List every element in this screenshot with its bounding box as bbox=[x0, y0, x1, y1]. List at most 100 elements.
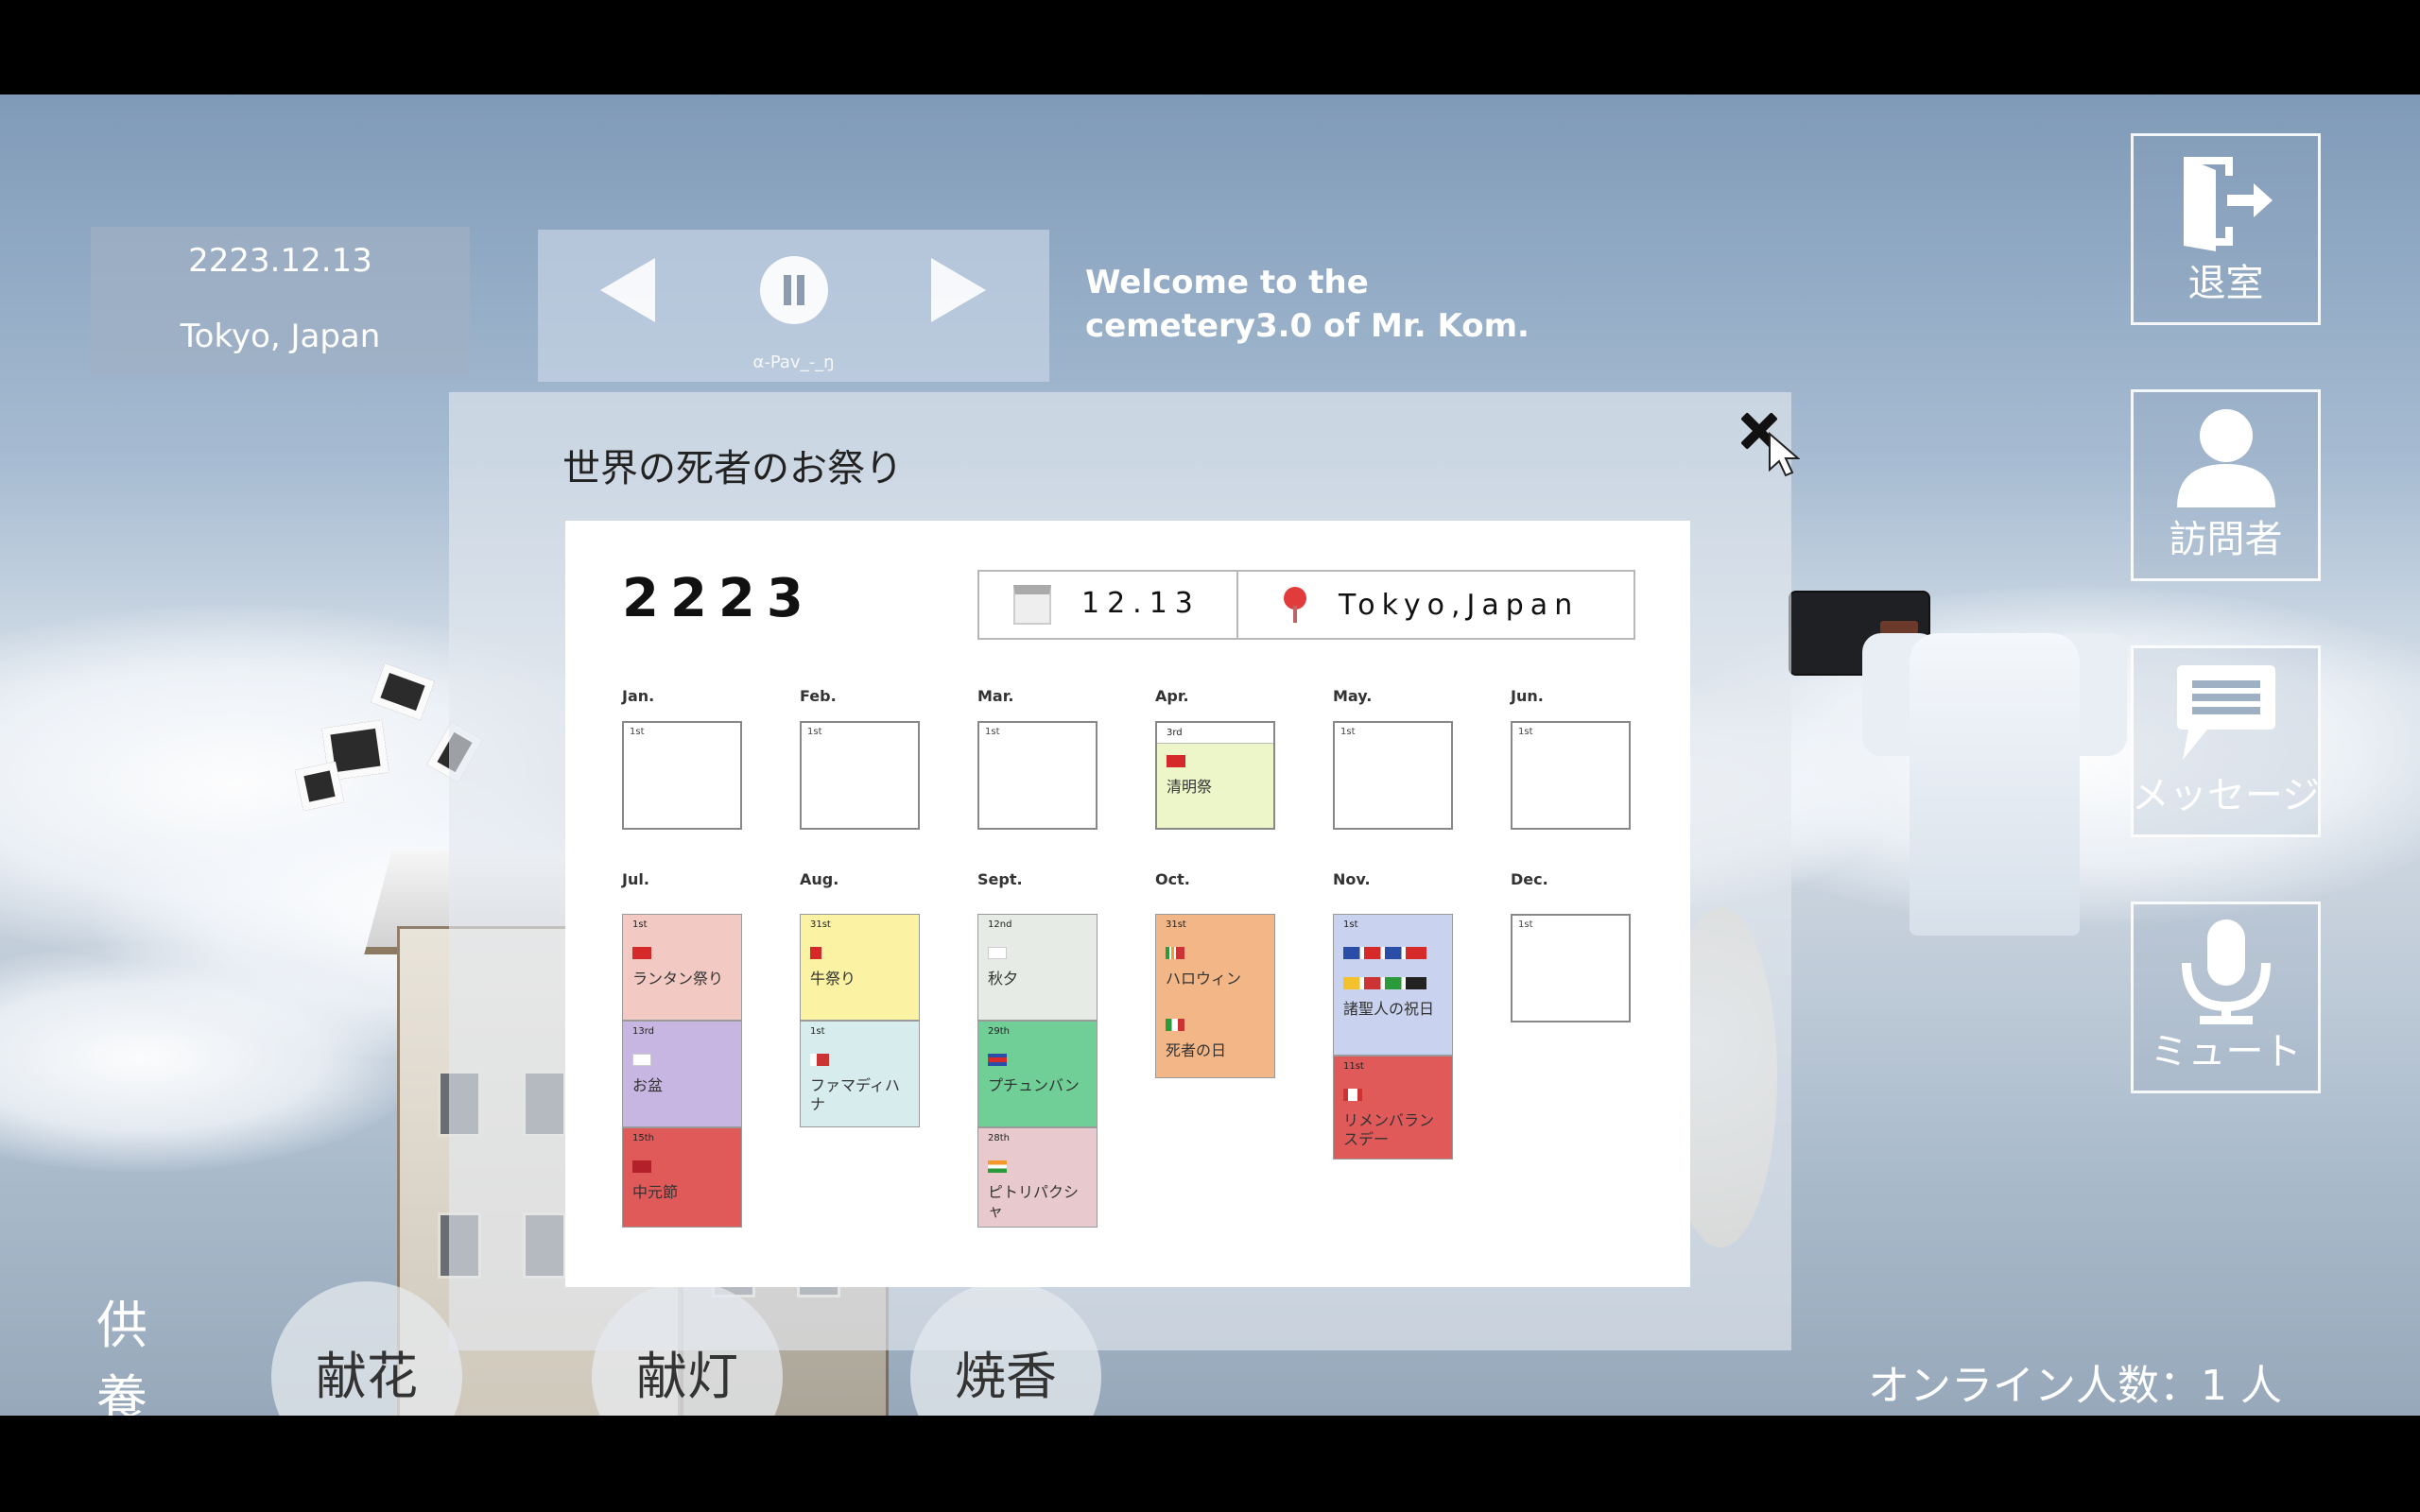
pause-button[interactable] bbox=[760, 256, 828, 324]
event-day: 31st bbox=[1166, 919, 1186, 930]
flag-china-icon bbox=[1167, 755, 1185, 767]
calendar-icon bbox=[1013, 585, 1051, 625]
mute-button[interactable]: ミュート bbox=[2131, 902, 2321, 1093]
location-pin-stem bbox=[1293, 606, 1297, 623]
event-card-aug-1[interactable]: 31st 牛祭り bbox=[800, 914, 920, 1021]
event-name: ランタン祭り bbox=[632, 970, 724, 988]
event-card-oct[interactable]: 31st ハロウィン 死者の日 bbox=[1155, 914, 1275, 1078]
event-day: 3rd bbox=[1157, 723, 1273, 744]
event-day: 11st bbox=[1343, 1061, 1364, 1072]
event-card-jul-3[interactable]: 15th 中元節 bbox=[622, 1127, 742, 1228]
visitors-button[interactable]: 訪問者 bbox=[2131, 389, 2321, 581]
tshirt-body bbox=[1910, 633, 2080, 936]
month-cell-mar[interactable]: 1st bbox=[977, 721, 1098, 830]
chat-bubble-icon bbox=[2176, 665, 2275, 760]
event-card-sept-2[interactable]: 29th プチュンバン bbox=[977, 1021, 1098, 1127]
flag-mexico-icon bbox=[1166, 1019, 1184, 1031]
month-label-feb: Feb. bbox=[800, 687, 837, 705]
event-day: 13rd bbox=[632, 1026, 655, 1037]
flag-madagascar-icon bbox=[810, 1054, 829, 1066]
date-text: 12.13 bbox=[1081, 587, 1201, 620]
event-name: 清明祭 bbox=[1167, 778, 1213, 796]
event-card-apr[interactable]: 3rd 清明祭 bbox=[1155, 721, 1275, 830]
month-cell-feb[interactable]: 1st bbox=[800, 721, 920, 830]
day-tag: 1st bbox=[807, 727, 822, 737]
calendar-panel: 2223 12.13 Tokyo,Japan Jan. Feb. Mar. Ap… bbox=[565, 521, 1690, 1287]
event-day: 28th bbox=[988, 1133, 1010, 1143]
flag-india-icon bbox=[988, 1160, 1007, 1173]
3d-scene[interactable]: 2223.12.13 Tokyo, Japan α-Pav_-_ŋ Welcom… bbox=[0, 94, 2420, 1416]
mouse-cursor-icon bbox=[1769, 432, 1800, 477]
month-label-dec: Dec. bbox=[1511, 870, 1548, 888]
message-button[interactable]: メッセージ bbox=[2131, 645, 2321, 837]
flag-canada-icon bbox=[1343, 1089, 1362, 1101]
flag-europe-icon bbox=[1343, 947, 1426, 959]
location-text[interactable]: Tokyo,Japan bbox=[1339, 589, 1579, 622]
flag-cambodia-icon bbox=[988, 1054, 1007, 1066]
flag-korea-icon bbox=[988, 947, 1007, 959]
event-name: 中元節 bbox=[632, 1183, 679, 1201]
current-date: 2223.12.13 bbox=[188, 242, 372, 280]
event-day: 29th bbox=[988, 1026, 1010, 1037]
event-card-nov-2[interactable]: 11st リメンバランスデー bbox=[1333, 1056, 1453, 1160]
event-card-jul-1[interactable]: 1st ランタン祭り bbox=[622, 914, 742, 1021]
event-name: 諸聖人の祝日 bbox=[1343, 1000, 1435, 1018]
month-label-may: May. bbox=[1333, 687, 1373, 705]
exit-room-label: 退室 bbox=[2187, 262, 2264, 305]
day-tag: 1st bbox=[1518, 919, 1533, 930]
event-card-nov-1[interactable]: 1st 諸聖人の祝日 bbox=[1333, 914, 1453, 1056]
event-name: プチュンバン bbox=[988, 1076, 1080, 1094]
calendar-year: 2223 bbox=[622, 568, 815, 629]
event-day: 15th bbox=[632, 1133, 654, 1143]
event-name: ハロウィン bbox=[1166, 970, 1242, 988]
event-card-sept-3[interactable]: 28th ピトリパクシャ bbox=[977, 1127, 1098, 1228]
memorial-label-line1: 供 bbox=[96, 1296, 147, 1355]
month-cell-dec[interactable]: 1st bbox=[1511, 914, 1631, 1022]
flag-japan-icon bbox=[632, 1054, 651, 1066]
tshirt-3d-model bbox=[1862, 595, 2127, 936]
date-location-bar: 12.13 Tokyo,Japan bbox=[977, 570, 1635, 640]
current-location: Tokyo, Japan bbox=[180, 318, 381, 355]
festival-calendar-modal: 世界の死者のお祭り 2223 12.13 Tokyo,Japan Jan. Fe… bbox=[449, 392, 1800, 1350]
message-label: メッセージ bbox=[2131, 774, 2321, 817]
day-tag: 1st bbox=[630, 727, 645, 737]
music-player: α-Pav_-_ŋ bbox=[538, 230, 1049, 382]
month-label-mar: Mar. bbox=[977, 687, 1014, 705]
flag-hongkong-icon bbox=[632, 947, 651, 959]
event-day: 1st bbox=[632, 919, 648, 930]
event-name: 牛祭り bbox=[810, 970, 856, 988]
event-name: 死者の日 bbox=[1166, 1041, 1227, 1059]
flag-taiwan-icon bbox=[632, 1160, 651, 1173]
month-label-jun: Jun. bbox=[1511, 687, 1544, 705]
month-label-oct: Oct. bbox=[1155, 870, 1190, 888]
memorial-label-line2: 養 bbox=[96, 1369, 147, 1416]
door-exit-icon bbox=[2183, 157, 2273, 251]
date-field[interactable]: 12.13 bbox=[979, 572, 1238, 638]
event-day: 1st bbox=[810, 1026, 825, 1037]
flag-europe-icon bbox=[1343, 977, 1426, 989]
memorial-label: 供 養 bbox=[96, 1289, 163, 1416]
month-label-aug: Aug. bbox=[800, 870, 839, 888]
month-label-sept: Sept. bbox=[977, 870, 1023, 888]
person-icon bbox=[2176, 409, 2275, 507]
track-title: α-Pav_-_ŋ bbox=[752, 352, 835, 372]
month-cell-jun[interactable]: 1st bbox=[1511, 721, 1631, 830]
month-label-nov: Nov. bbox=[1333, 870, 1371, 888]
visitors-label: 訪問者 bbox=[2169, 518, 2283, 561]
month-cell-may[interactable]: 1st bbox=[1333, 721, 1453, 830]
mute-label: ミュート bbox=[2150, 1030, 2302, 1074]
event-name: ファマディハナ bbox=[810, 1076, 900, 1113]
event-card-aug-2[interactable]: 1st ファマディハナ bbox=[800, 1021, 920, 1127]
month-cell-jan[interactable]: 1st bbox=[622, 721, 742, 830]
date-location-panel: 2223.12.13 Tokyo, Japan bbox=[91, 227, 470, 375]
event-day: 1st bbox=[1343, 919, 1358, 930]
previous-track-button[interactable] bbox=[600, 258, 655, 322]
floating-photo[interactable] bbox=[294, 761, 345, 812]
event-card-jul-2[interactable]: 13rd お盆 bbox=[622, 1021, 742, 1127]
exit-room-button[interactable]: 退室 bbox=[2131, 133, 2321, 325]
event-day: 12nd bbox=[988, 919, 1012, 930]
event-day: 31st bbox=[810, 919, 831, 930]
next-track-button[interactable] bbox=[931, 258, 986, 322]
month-label-apr: Apr. bbox=[1155, 687, 1189, 705]
event-card-sept-1[interactable]: 12nd 秋夕 bbox=[977, 914, 1098, 1021]
